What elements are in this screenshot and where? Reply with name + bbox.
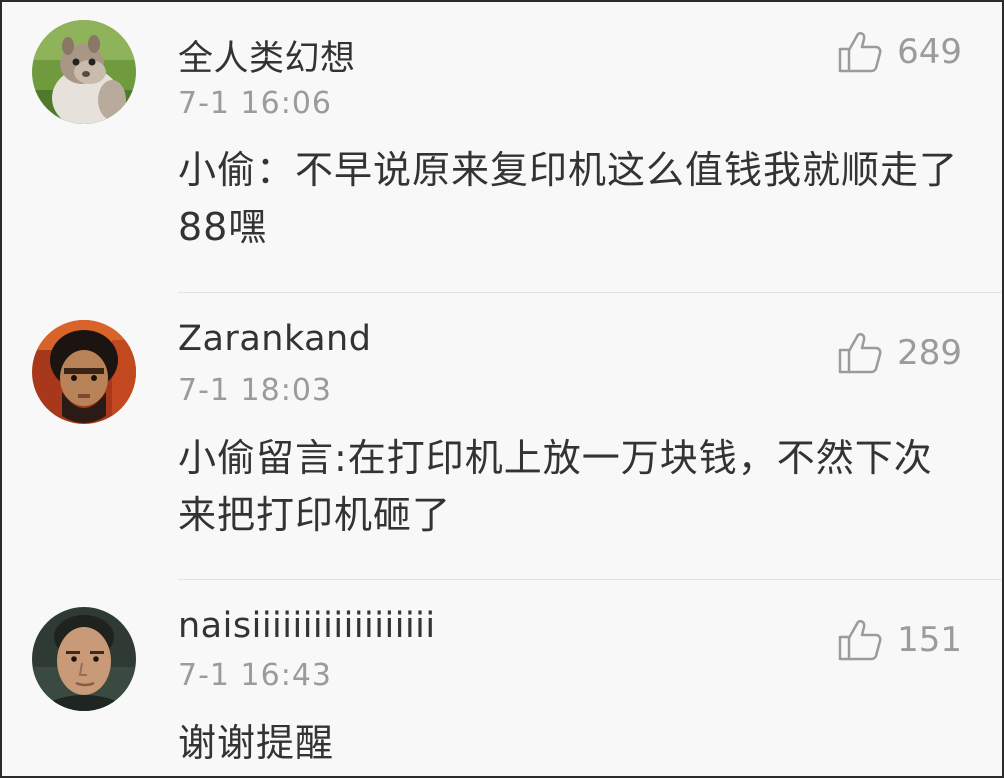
like-count: 649: [897, 32, 962, 72]
like-count: 289: [897, 333, 962, 373]
like-button[interactable]: 151: [837, 618, 962, 662]
avatar[interactable]: [32, 20, 136, 124]
username[interactable]: 全人类幻想: [178, 30, 356, 81]
comment-item: Zarankand 7-1 18:03 小偷留言:在打印机上放一万块钱，不然下次…: [2, 293, 1002, 579]
timestamp: 7-1 16:06: [178, 86, 332, 121]
man-portrait-avatar-image: [32, 607, 136, 711]
squirrel-avatar-image: [32, 20, 136, 124]
thumbs-up-icon: [838, 332, 882, 374]
comment-text: 谢谢提醒: [178, 721, 335, 765]
comment-text: 小偷留言:在打印机上放一万块钱，不然下次来把打印机砸了: [178, 436, 933, 537]
timestamp: 7-1 18:03: [178, 373, 332, 408]
comment-item: 全人类幻想 7-1 16:06 小偷：不早说原来复印机这么值钱我就顺走了88嘿 …: [2, 2, 1002, 292]
timestamp: 7-1 16:43: [178, 658, 332, 693]
username[interactable]: Zarankand: [178, 319, 371, 359]
thumbs-up-icon: [838, 31, 882, 73]
thumbs-up-icon: [838, 619, 882, 661]
avatar[interactable]: [32, 607, 136, 711]
like-count: 151: [897, 620, 962, 660]
like-button[interactable]: 289: [837, 331, 962, 375]
avatar[interactable]: [32, 320, 136, 424]
bearded-man-avatar-image: [32, 320, 136, 424]
like-button[interactable]: 649: [837, 30, 962, 74]
username[interactable]: naisiiiiiiiiiiiiiiiiii: [178, 606, 436, 646]
comment-text: 小偷：不早说原来复印机这么值钱我就顺走了88嘿: [178, 148, 959, 249]
comment-item: naisiiiiiiiiiiiiiiiiii 7-1 16:43 谢谢提醒 15…: [2, 580, 1002, 776]
comment-list: 全人类幻想 7-1 16:06 小偷：不早说原来复印机这么值钱我就顺走了88嘿 …: [0, 0, 1004, 778]
